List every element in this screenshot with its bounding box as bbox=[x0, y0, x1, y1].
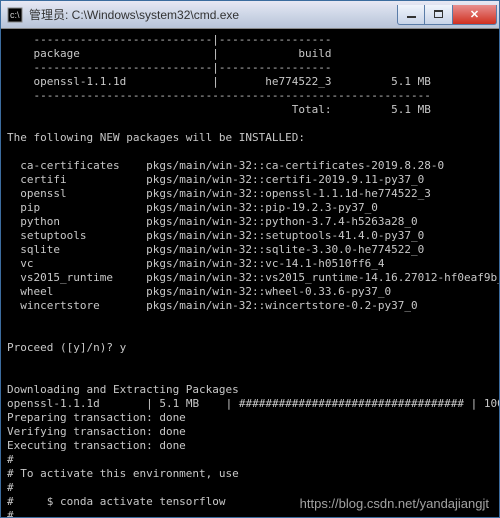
window-controls: ✕ bbox=[397, 5, 497, 25]
hdr-cols: package | build bbox=[7, 47, 497, 61]
window-title: 管理员: C:\Windows\system32\cmd.exe bbox=[29, 6, 397, 23]
pkg-row: sqlite pkgs/main/win-32::sqlite-3.30.0-h… bbox=[7, 243, 497, 257]
tip-hash: # bbox=[7, 481, 497, 495]
maximize-button[interactable] bbox=[425, 5, 453, 25]
exec: Executing transaction: done bbox=[7, 439, 497, 453]
prep: Preparing transaction: done bbox=[7, 411, 497, 425]
close-icon: ✕ bbox=[470, 8, 479, 21]
tip-activate-cmd: # $ conda activate tensorflow bbox=[7, 495, 497, 509]
pkg-row: wincertstore pkgs/main/win-32::wincertst… bbox=[7, 299, 497, 313]
pkg-row: vc pkgs/main/win-32::vc-14.1-h0510ff6_4 bbox=[7, 257, 497, 271]
cmd-icon: c:\ bbox=[7, 7, 23, 23]
pkg-row: python pkgs/main/win-32::python-3.7.4-h5… bbox=[7, 215, 497, 229]
pkg-row: setuptools pkgs/main/win-32::setuptools-… bbox=[7, 229, 497, 243]
verify: Verifying transaction: done bbox=[7, 425, 497, 439]
hdr-line: ---------------------------|------------… bbox=[7, 33, 497, 47]
pkg-row: certifi pkgs/main/win-32::certifi-2019.9… bbox=[7, 173, 497, 187]
tip-hash: # bbox=[7, 453, 497, 467]
minimize-icon bbox=[407, 16, 416, 18]
plan-sep: ----------------------------------------… bbox=[7, 89, 497, 103]
pkg-row: pip pkgs/main/win-32::pip-19.2.3-py37_0 bbox=[7, 201, 497, 215]
pkg-row: vs2015_runtime pkgs/main/win-32::vs2015_… bbox=[7, 271, 497, 285]
pkg-row: wheel pkgs/main/win-32::wheel-0.33.6-py3… bbox=[7, 285, 497, 299]
minimize-button[interactable] bbox=[397, 5, 425, 25]
hdr-line2: ---------------------------|------------… bbox=[7, 61, 497, 75]
terminal-output[interactable]: ---------------------------|------------… bbox=[1, 29, 499, 517]
cmd-window: c:\ 管理员: C:\Windows\system32\cmd.exe ✕ -… bbox=[0, 0, 500, 518]
pkg-row: openssl pkgs/main/win-32::openssl-1.1.1d… bbox=[7, 187, 497, 201]
svg-text:c:\: c:\ bbox=[10, 10, 20, 20]
dl-bar: openssl-1.1.1d | 5.1 MB | ##############… bbox=[7, 397, 497, 411]
confirm-prompt: Proceed ([y]/n)? y bbox=[7, 341, 497, 355]
tip-activate-msg: # To activate this environment, use bbox=[7, 467, 497, 481]
titlebar[interactable]: c:\ 管理员: C:\Windows\system32\cmd.exe ✕ bbox=[1, 1, 499, 29]
tip-hash: # bbox=[7, 509, 497, 517]
close-button[interactable]: ✕ bbox=[453, 5, 497, 25]
total-row: Total: 5.1 MB bbox=[7, 103, 497, 117]
newpkgs-heading: The following NEW packages will be INSTA… bbox=[7, 131, 497, 145]
plan-row: openssl-1.1.1d | he774522_3 5.1 MB bbox=[7, 75, 497, 89]
maximize-icon bbox=[434, 10, 443, 18]
dl-heading: Downloading and Extracting Packages bbox=[7, 383, 497, 397]
pkg-row: ca-certificates pkgs/main/win-32::ca-cer… bbox=[7, 159, 497, 173]
